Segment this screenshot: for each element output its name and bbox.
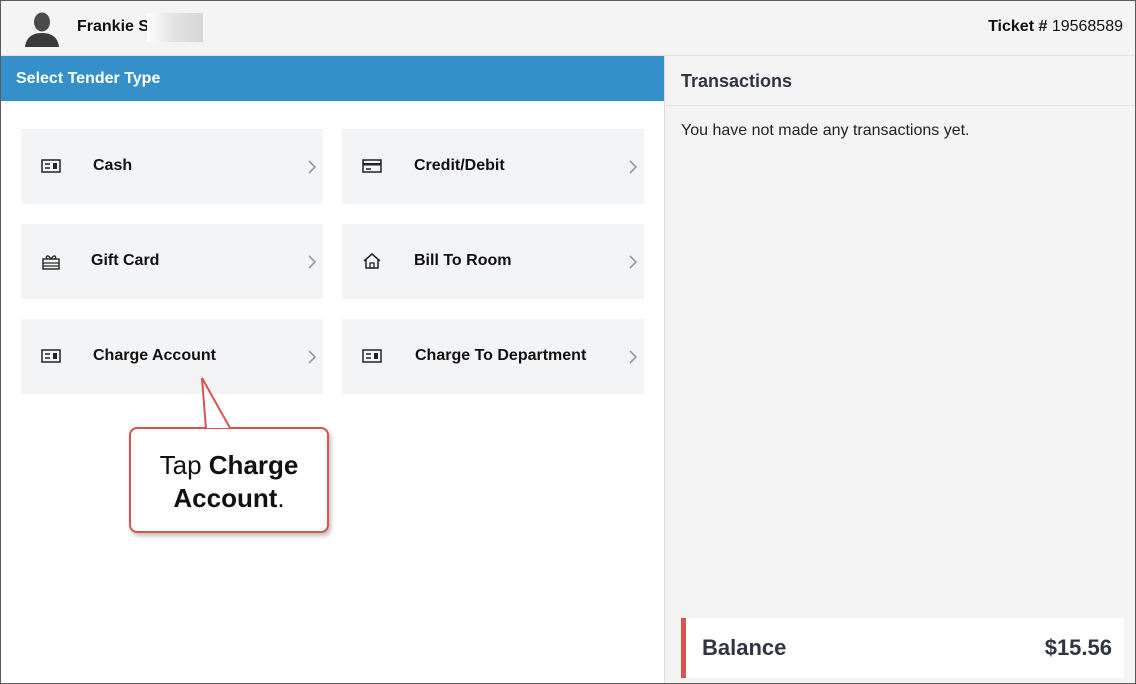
instruction-callout: Tap Charge Account. bbox=[129, 427, 329, 533]
top-bar: Frankie St Ticket # 19568589 bbox=[1, 1, 1135, 56]
avatar bbox=[25, 12, 59, 47]
balance-value: $15.56 bbox=[1044, 635, 1112, 660]
tender-header: Select Tender Type bbox=[1, 56, 664, 101]
chevron-right-icon bbox=[308, 255, 317, 269]
tender-pane: Select Tender Type Cash Credit/Debit Gif… bbox=[1, 56, 664, 683]
tender-charge-account-button[interactable]: Charge Account bbox=[21, 319, 323, 394]
ticket-number: 19568589 bbox=[1051, 18, 1123, 35]
gift-icon bbox=[42, 255, 60, 270]
tender-label: Cash bbox=[93, 157, 133, 174]
chevron-right-icon bbox=[629, 160, 638, 174]
ticket-label: Ticket # bbox=[988, 18, 1048, 35]
department-card-icon bbox=[362, 349, 382, 363]
transactions-empty-message: You have not made any transactions yet. bbox=[681, 122, 970, 139]
tender-label: Credit/Debit bbox=[414, 157, 505, 174]
tender-label: Bill To Room bbox=[414, 252, 512, 269]
chevron-right-icon bbox=[308, 350, 317, 364]
balance-label: Balance bbox=[702, 635, 787, 660]
cash-icon bbox=[41, 159, 61, 173]
tender-gift-card-button[interactable]: Gift Card bbox=[21, 224, 323, 299]
account-card-icon bbox=[41, 349, 61, 363]
callout-pointer bbox=[201, 377, 231, 430]
tender-bill-to-room-button[interactable]: Bill To Room bbox=[342, 224, 644, 299]
callout-prefix: Tap bbox=[159, 450, 209, 480]
tender-label: Charge To Department bbox=[415, 347, 587, 364]
tender-label: Gift Card bbox=[91, 252, 160, 269]
ticket-info: Ticket # 19568589 bbox=[988, 18, 1123, 36]
house-icon bbox=[363, 253, 381, 269]
transactions-pane: Transactions You have not made any trans… bbox=[664, 56, 1135, 683]
credit-card-icon bbox=[362, 159, 382, 173]
tender-credit-debit-button[interactable]: Credit/Debit bbox=[342, 129, 644, 204]
chevron-right-icon bbox=[308, 160, 317, 174]
callout-text: Tap Charge Account. bbox=[131, 449, 327, 515]
chevron-right-icon bbox=[629, 350, 638, 364]
user-name: Frankie St bbox=[77, 18, 155, 35]
tender-charge-to-department-button[interactable]: Charge To Department bbox=[342, 319, 644, 394]
redacted-name-blur bbox=[147, 13, 203, 42]
tender-cash-button[interactable]: Cash bbox=[21, 129, 323, 204]
chevron-right-icon bbox=[629, 255, 638, 269]
tender-label: Charge Account bbox=[93, 347, 216, 364]
transactions-title: Transactions bbox=[665, 56, 1135, 106]
balance-panel: Balance $15.56 bbox=[681, 618, 1124, 678]
app-window: Frankie St Ticket # 19568589 Select Tend… bbox=[0, 0, 1136, 684]
callout-suffix: . bbox=[277, 483, 285, 513]
